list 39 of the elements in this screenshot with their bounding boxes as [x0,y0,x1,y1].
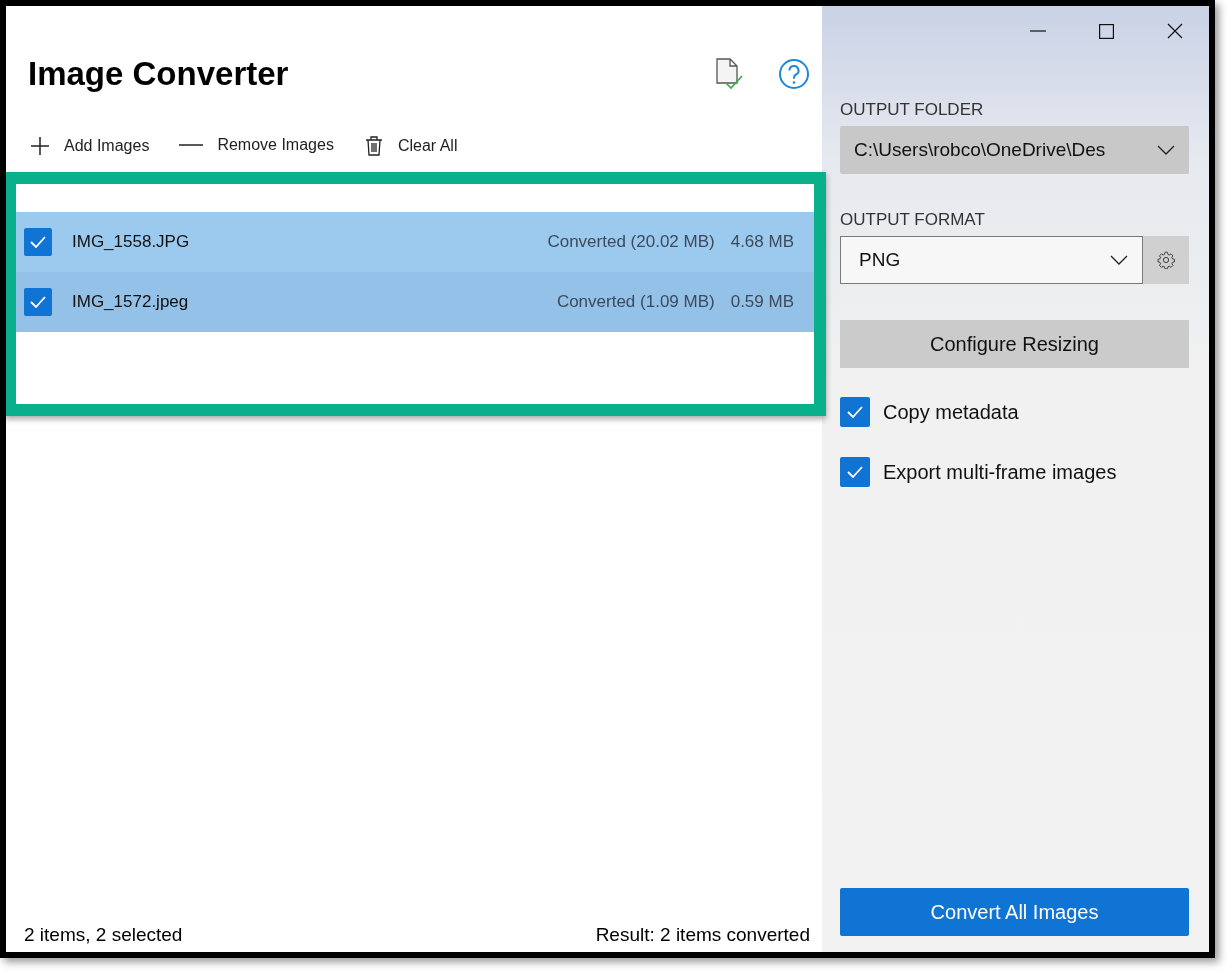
document-check-icon[interactable] [714,57,744,91]
conversion-status: Converted (20.02 MB) [547,232,715,252]
close-icon[interactable] [1167,23,1183,39]
checkmark-icon [29,235,47,249]
checkmark-icon [846,465,864,479]
app-title: Image Converter [28,55,289,93]
file-name: IMG_1558.JPG [72,232,191,252]
file-size: 4.68 MB [730,232,794,252]
settings-icon [1157,251,1175,269]
checkbox[interactable] [840,457,870,487]
chevron-down-icon [1110,255,1128,265]
conversion-status: Converted (1.09 MB) [556,292,715,312]
trash-icon [363,136,384,156]
toolbar-button[interactable]: Clear All [363,136,458,156]
help-icon[interactable] [778,58,810,90]
plus-icon [30,136,50,156]
file-size: 0.59 MB [730,292,794,312]
toolbar-button[interactable]: Add Images [30,136,150,156]
maximize-icon[interactable] [1099,23,1114,39]
toolbar-button[interactable]: Remove Images [179,136,334,154]
checkbox[interactable] [24,288,52,316]
result-text: Result: 2 items converted [595,924,810,946]
checkbox[interactable] [840,397,870,427]
chevron-down-icon [1157,145,1175,155]
checkmark-icon [846,405,864,419]
output-folder-dropdown[interactable]: C:\Users\robco\OneDrive\Des [840,126,1189,174]
settings-button[interactable] [1143,236,1189,284]
output-format-label: OUTPUT FORMAT [840,210,986,230]
checkbox-label: Export multi-frame images [883,460,1117,484]
convert-button[interactable]: Convert All Images [840,888,1189,936]
checkbox-label: Copy metadata [883,400,1019,424]
output-format-dropdown[interactable]: PNG [840,236,1143,284]
output-folder-label: OUTPUT FOLDER [840,100,985,120]
configure-resizing-button[interactable]: Configure Resizing [840,320,1189,368]
selection-count: 2 items, 2 selected [24,924,183,946]
checkbox[interactable] [24,228,52,256]
minus-icon [179,144,204,146]
file-name: IMG_1572.jpeg [72,292,190,312]
checkmark-icon [29,295,47,309]
